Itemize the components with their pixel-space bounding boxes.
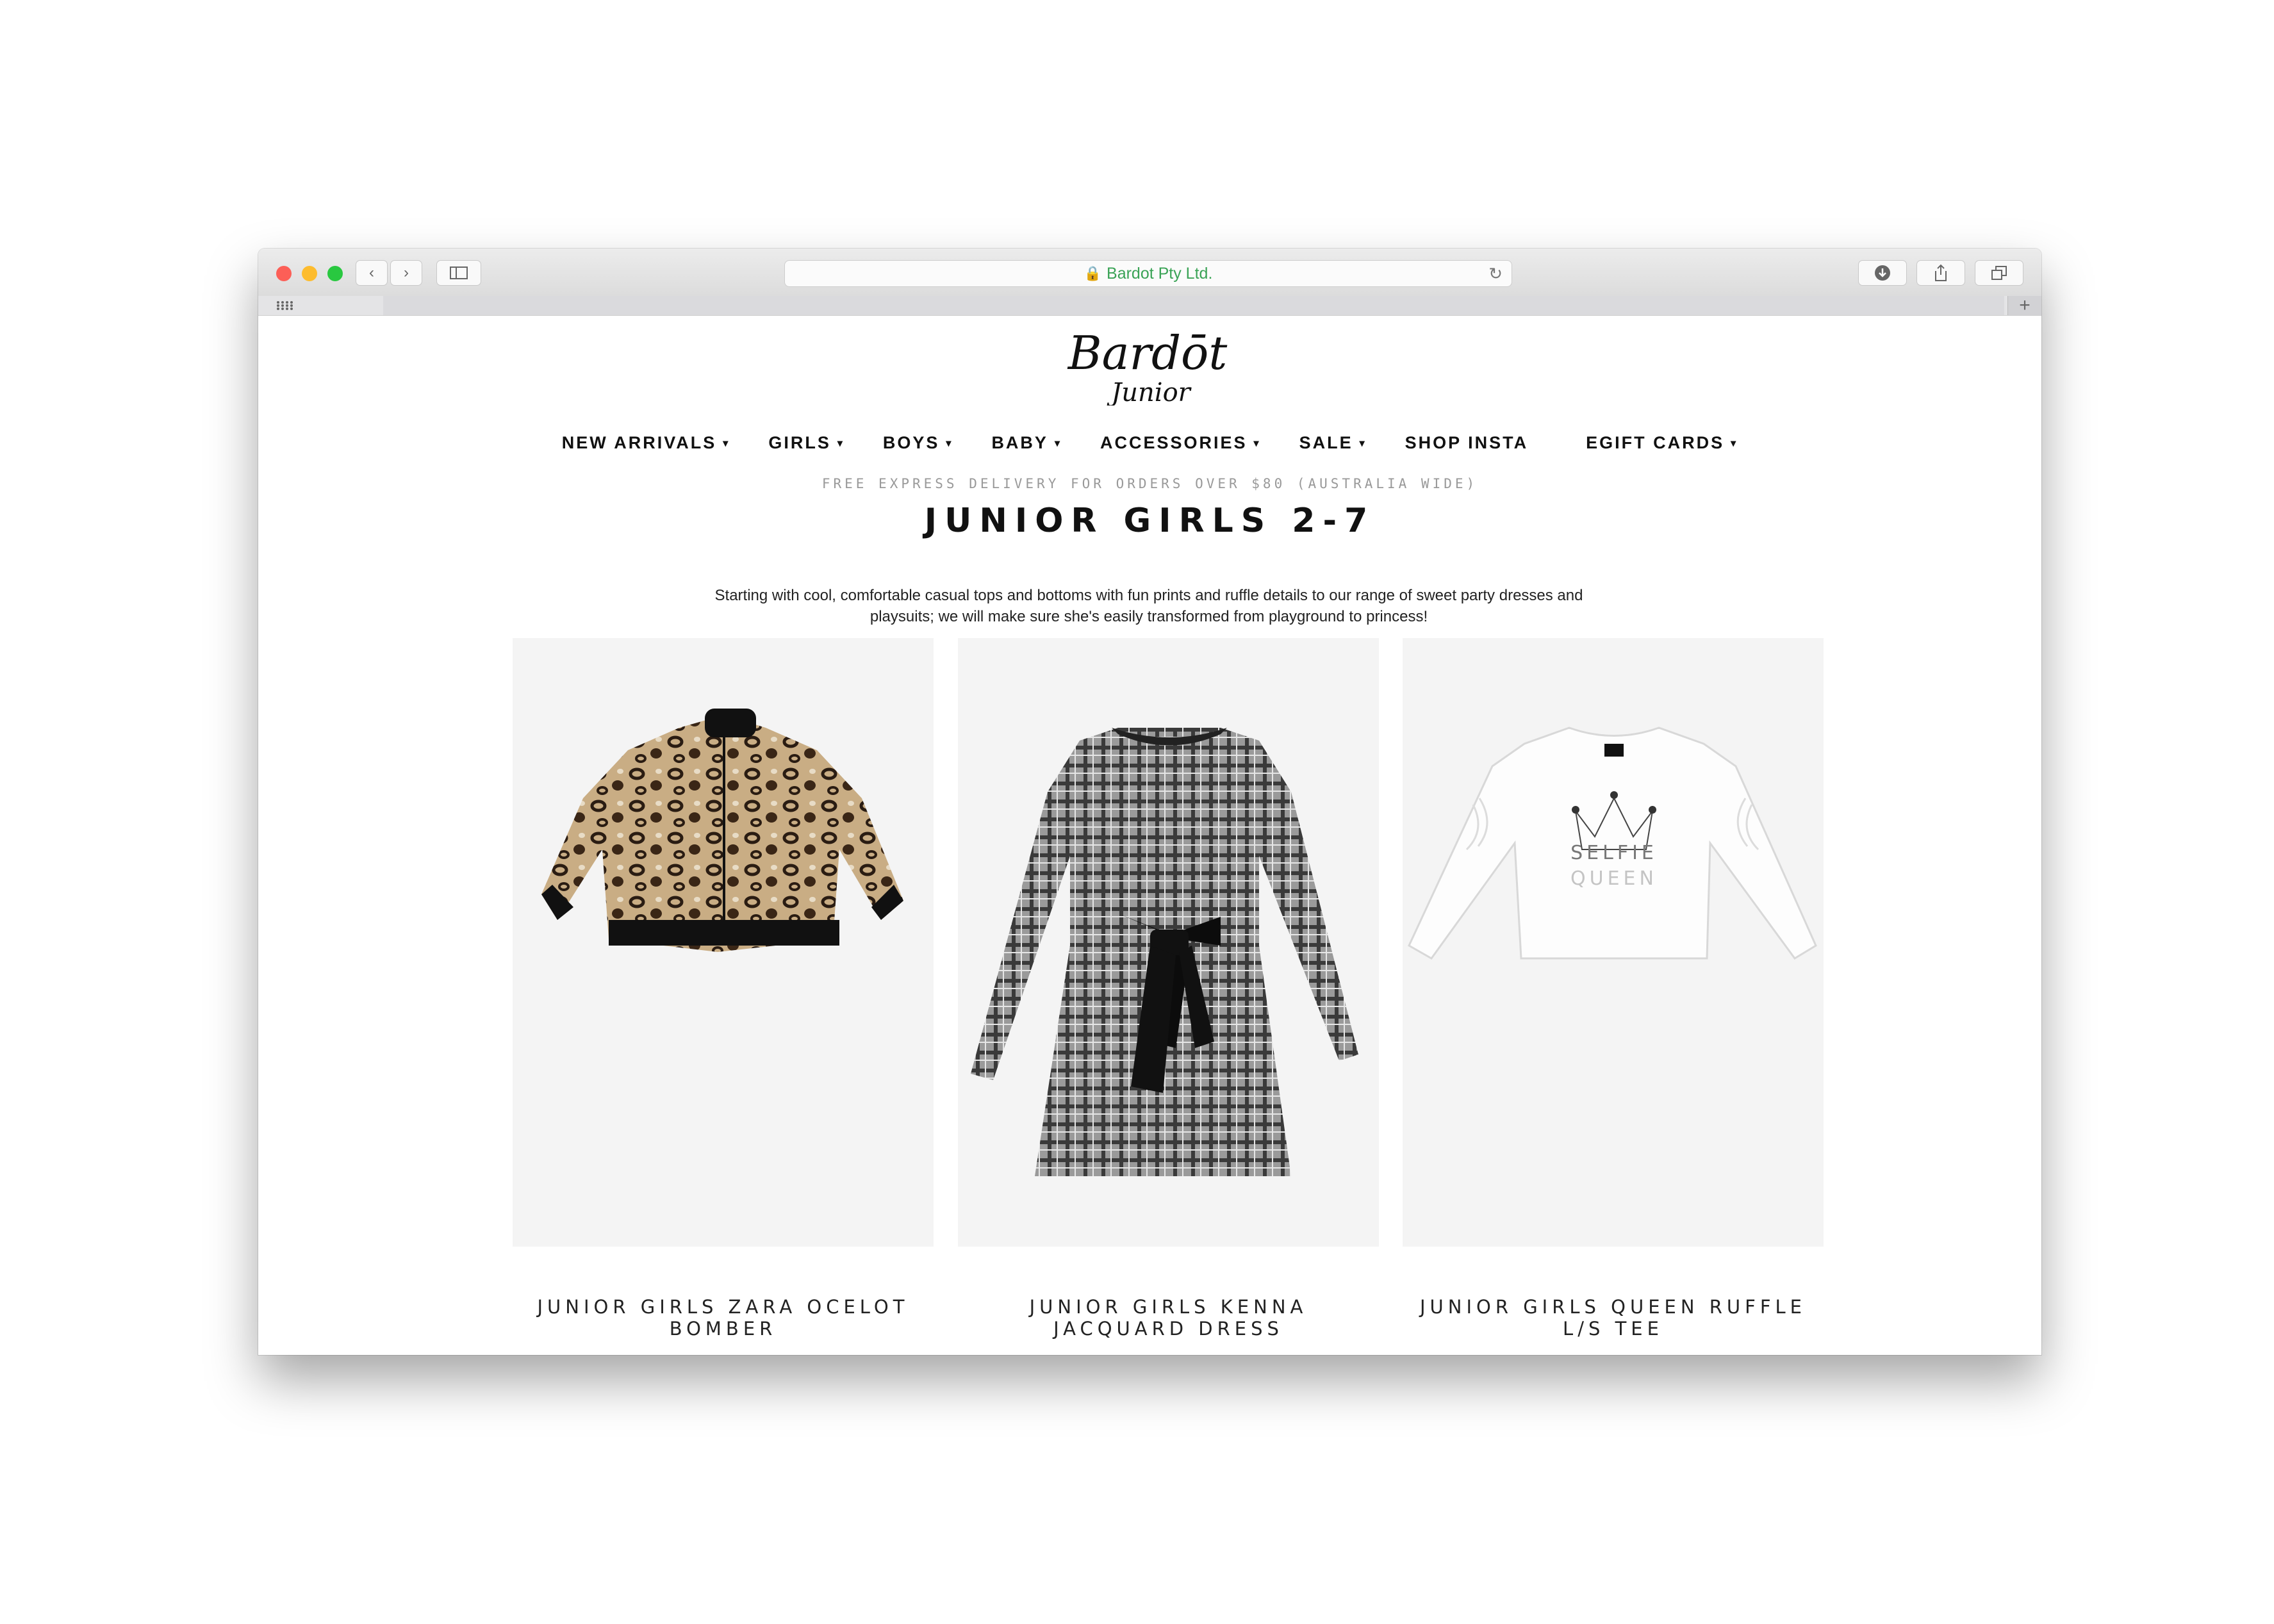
logo-text: Bardōt	[1067, 326, 1228, 380]
nav-shop-insta[interactable]: SHOP INSTA	[1405, 433, 1529, 453]
forward-button[interactable]: ›	[390, 260, 422, 286]
nav-accessories[interactable]: ACCESSORIES ▾	[1100, 433, 1261, 453]
share-icon	[1935, 264, 1947, 281]
product-name[interactable]: JUNIOR GIRLS ZARA OCELOT BOMBER	[513, 1296, 934, 1340]
nav-label: BOYS	[882, 433, 940, 452]
sidebar-icon	[450, 267, 468, 279]
nav-label: NEW ARRIVALS	[561, 433, 717, 452]
tee-print-text: SELFIE	[1570, 842, 1658, 864]
nav-egift-cards[interactable]: EGIFT CARDS ▾	[1586, 433, 1738, 453]
nav-sale[interactable]: SALE ▾	[1299, 433, 1367, 453]
page-title: JUNIOR GIRLS 2-7	[924, 502, 1376, 540]
lock-icon: 🔒	[1083, 265, 1102, 281]
nav-label: ACCESSORIES	[1100, 433, 1248, 452]
nav-baby[interactable]: BABY ▾	[991, 433, 1062, 453]
caret-down-icon: ▾	[1359, 438, 1367, 449]
bomber-jacket-image	[541, 709, 903, 952]
plaid-dress-image	[971, 728, 1358, 1176]
product-name-line: L/S TEE	[1563, 1318, 1663, 1340]
caret-down-icon: ▾	[723, 438, 730, 449]
close-window-button[interactable]	[276, 266, 292, 281]
tab-strip	[383, 296, 2004, 315]
tabs-icon	[1991, 266, 2007, 280]
promo-banner: FREE EXPRESS DELIVERY FOR ORDERS OVER $8…	[821, 476, 1478, 491]
product-name-line: JACQUARD DRESS	[1053, 1318, 1283, 1340]
share-button[interactable]	[1916, 260, 1965, 286]
favorites-bar: +	[258, 295, 2041, 316]
product-name-line: JUNIOR GIRLS QUEEN RUFFLE	[1419, 1296, 1806, 1318]
nav-label: BABY	[991, 433, 1048, 452]
nav-label: GIRLS	[768, 433, 831, 452]
logo-subtext: Junior	[1107, 378, 1192, 406]
product-name-line: JUNIOR GIRLS ZARA OCELOT	[537, 1296, 909, 1318]
category-description: Starting with cool, comfortable casual t…	[649, 585, 1649, 627]
download-button[interactable]	[1858, 260, 1907, 286]
nav-boys[interactable]: BOYS ▾	[883, 433, 953, 453]
product-card-image[interactable]	[513, 638, 934, 1247]
product-name-line: JUNIOR GIRLS KENNA	[1029, 1296, 1308, 1318]
sidebar-button[interactable]	[436, 260, 481, 286]
description-line: Starting with cool, comfortable casual t…	[714, 587, 1583, 604]
chevron-left-icon: ‹	[369, 264, 374, 281]
plus-icon: +	[2019, 295, 2031, 316]
tabs-button[interactable]	[1975, 260, 2023, 286]
caret-down-icon: ▾	[1253, 438, 1261, 449]
nav-label: EGIFT CARDS	[1586, 433, 1725, 452]
ruffle-tee-image: SELFIE QUEEN	[1408, 726, 1817, 960]
browser-window: ‹ › 🔒 Bardot Pty Ltd. ↻ + Bardōt Junior …	[258, 249, 2041, 1355]
caret-down-icon: ▾	[837, 438, 845, 449]
tee-print-text: QUEEN	[1570, 867, 1658, 890]
address-bar[interactable]: 🔒 Bardot Pty Ltd. ↻	[784, 260, 1512, 287]
download-icon	[1875, 265, 1890, 281]
grid-icon[interactable]	[276, 300, 295, 311]
maximize-window-button[interactable]	[327, 266, 343, 281]
browser-toolbar: ‹ › 🔒 Bardot Pty Ltd. ↻	[258, 249, 2041, 297]
product-name[interactable]: JUNIOR GIRLS KENNA JACQUARD DRESS	[958, 1296, 1379, 1340]
product-card-image[interactable]	[958, 638, 1379, 1247]
caret-down-icon: ▾	[1731, 438, 1738, 449]
main-navigation: NEW ARRIVALS ▾ GIRLS ▾ BOYS ▾ BABY ▾ ACCESSO…	[258, 433, 2041, 453]
site-logo[interactable]: Bardōt Junior	[1061, 325, 1234, 406]
back-button[interactable]: ‹	[356, 260, 388, 286]
nav-girls[interactable]: GIRLS ▾	[768, 433, 845, 453]
url-text: Bardot Pty Ltd.	[1107, 264, 1213, 283]
product-card-image[interactable]: SELFIE QUEEN	[1403, 638, 1824, 1247]
nav-label: SHOP INSTA	[1405, 433, 1529, 452]
nav-new-arrivals[interactable]: NEW ARRIVALS ▾	[562, 433, 730, 453]
chevron-right-icon: ›	[404, 264, 409, 281]
description-line: playsuits; we will make sure she's easil…	[869, 608, 1428, 625]
new-tab-button[interactable]: +	[2007, 295, 2041, 316]
product-name-line: BOMBER	[669, 1318, 777, 1340]
minimize-window-button[interactable]	[302, 266, 317, 281]
caret-down-icon: ▾	[1054, 438, 1062, 449]
nav-label: SALE	[1299, 433, 1353, 452]
product-name[interactable]: JUNIOR GIRLS QUEEN RUFFLE L/S TEE	[1403, 1296, 1824, 1340]
reload-icon[interactable]: ↻	[1488, 264, 1503, 284]
web-page: Bardōt Junior NEW ARRIVALS ▾ GIRLS ▾ BOYS ▾…	[258, 316, 2041, 1355]
caret-down-icon: ▾	[946, 438, 953, 449]
